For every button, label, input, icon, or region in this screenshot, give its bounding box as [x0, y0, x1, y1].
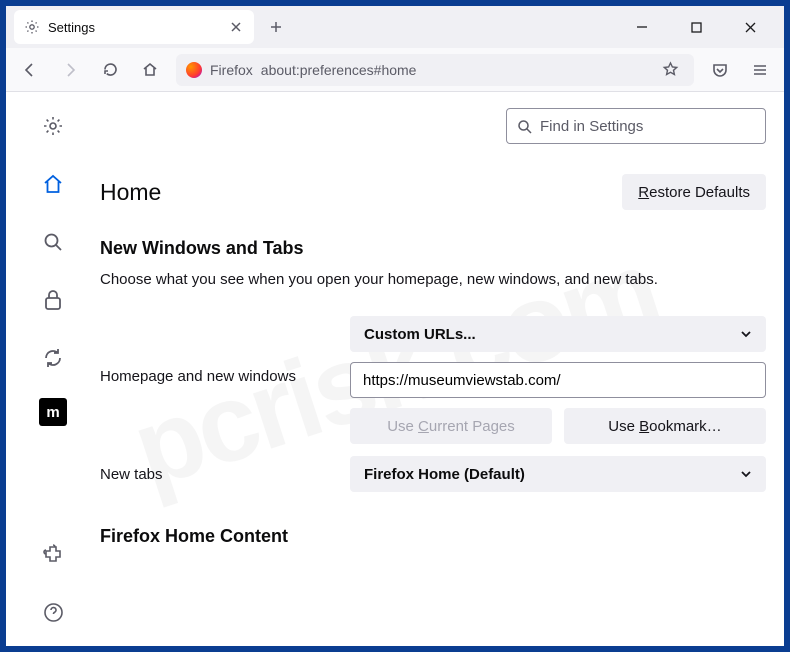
sidebar-item-privacy[interactable] [35, 282, 71, 318]
use-current-button[interactable]: Use Current Pages [350, 408, 552, 444]
sidebar-item-sync[interactable] [35, 340, 71, 376]
homepage-url-input[interactable] [350, 362, 766, 398]
navigation-toolbar: Firefox about:preferences#home [6, 48, 784, 92]
close-window-button[interactable] [732, 11, 768, 43]
settings-main: Find in Settings Home Restore Defaults N… [100, 92, 784, 646]
newtabs-select-value: Firefox Home (Default) [364, 466, 525, 483]
restore-defaults-button[interactable]: Restore Defaults [622, 174, 766, 210]
homepage-select-value: Custom URLs... [364, 326, 476, 343]
sidebar-item-search[interactable] [35, 224, 71, 260]
bookmark-star-icon[interactable] [656, 56, 684, 84]
close-icon[interactable] [228, 19, 244, 35]
window-controls [624, 11, 776, 43]
url-text: about:preferences#home [261, 62, 648, 78]
back-button[interactable] [16, 56, 44, 84]
minimize-button[interactable] [624, 11, 660, 43]
tab-title: Settings [48, 20, 220, 35]
firefox-logo-icon [186, 62, 202, 78]
search-icon [517, 119, 532, 134]
newtabs-select[interactable]: Firefox Home (Default) [350, 456, 766, 492]
use-bookmark-button[interactable]: Use Bookmark… [564, 408, 766, 444]
url-context: Firefox [210, 62, 253, 78]
settings-sidebar: m [6, 92, 100, 646]
newtabs-label: New tabs [100, 466, 350, 483]
sidebar-item-extension[interactable]: m [39, 398, 67, 426]
homepage-select[interactable]: Custom URLs... [350, 316, 766, 352]
forward-button[interactable] [56, 56, 84, 84]
pocket-icon[interactable] [706, 56, 734, 84]
chevron-down-icon [740, 468, 752, 480]
search-input[interactable]: Find in Settings [506, 108, 766, 144]
tab-strip: Settings [6, 6, 784, 48]
page-title: Home [100, 179, 161, 206]
maximize-button[interactable] [678, 11, 714, 43]
homepage-label: Homepage and new windows [100, 316, 350, 385]
sidebar-item-home[interactable] [35, 166, 71, 202]
reload-button[interactable] [96, 56, 124, 84]
firefox-home-content-title: Firefox Home Content [100, 526, 766, 547]
chevron-down-icon [740, 328, 752, 340]
sidebar-item-help[interactable] [35, 594, 71, 630]
sidebar-item-general[interactable] [35, 108, 71, 144]
menu-button[interactable] [746, 56, 774, 84]
gear-icon [24, 19, 40, 35]
sidebar-item-extensions[interactable] [35, 536, 71, 572]
section-title: New Windows and Tabs [100, 238, 766, 259]
browser-tab[interactable]: Settings [14, 10, 254, 44]
home-button[interactable] [136, 56, 164, 84]
section-description: Choose what you see when you open your h… [100, 271, 766, 288]
new-tab-button[interactable] [260, 11, 292, 43]
url-bar[interactable]: Firefox about:preferences#home [176, 54, 694, 86]
search-placeholder: Find in Settings [540, 118, 643, 135]
